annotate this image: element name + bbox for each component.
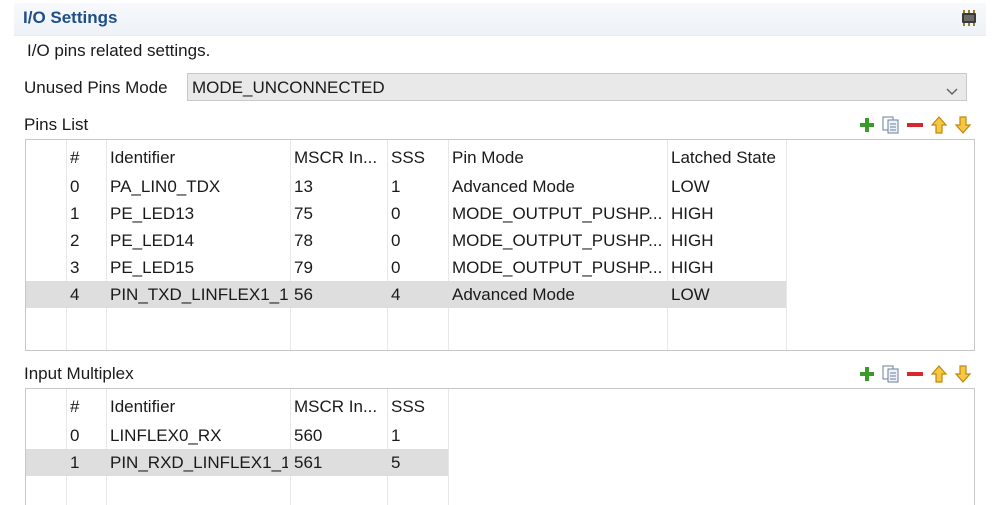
cell-mscr: 13 <box>294 177 313 196</box>
column-header-latched-state[interactable]: Latched State <box>671 144 785 171</box>
cell-identifier: PE_LED13 <box>110 204 195 223</box>
table-row[interactable]: 2 PE_LED14 78 0 MODE_OUTPUT_PUSHP... HIG… <box>26 227 786 254</box>
move-down-icon[interactable] <box>953 364 973 384</box>
column-header-sss[interactable]: SSS <box>391 144 447 171</box>
pins-list-toolbar <box>857 115 973 137</box>
add-icon[interactable] <box>857 364 877 384</box>
cell-identifier: LINFLEX0_RX <box>110 426 222 445</box>
cell-latched-state: HIGH <box>671 204 714 223</box>
unused-pins-mode-label: Unused Pins Mode <box>24 78 168 97</box>
cell-identifier: PA_LIN0_TDX <box>110 177 221 196</box>
cell-pin-mode: Advanced Mode <box>452 285 575 304</box>
section-description: I/O pins related settings. <box>27 41 211 60</box>
cell-mscr: 560 <box>294 426 323 445</box>
remove-icon[interactable] <box>905 115 925 135</box>
cell-number: 4 <box>70 285 80 304</box>
cell-latched-state: LOW <box>671 177 710 196</box>
cell-mscr: 56 <box>294 285 313 304</box>
cell-mscr: 561 <box>294 453 323 472</box>
cell-number: 1 <box>70 204 80 223</box>
cell-latched-state: LOW <box>671 285 710 304</box>
table-row[interactable]: 3 PE_LED15 79 0 MODE_OUTPUT_PUSHP... HIG… <box>26 254 786 281</box>
column-header-pin-mode[interactable]: Pin Mode <box>452 144 665 171</box>
table-row[interactable]: 1 PE_LED13 75 0 MODE_OUTPUT_PUSHP... HIG… <box>26 200 786 227</box>
cell-sss: 0 <box>391 231 401 250</box>
copy-icon[interactable] <box>881 115 901 135</box>
cell-number: 0 <box>70 426 80 445</box>
table-row[interactable]: 0 PA_LIN0_TDX 13 1 Advanced Mode LOW <box>26 173 786 200</box>
add-icon[interactable] <box>857 115 877 135</box>
column-header-mscr[interactable]: MSCR In... <box>294 144 386 171</box>
cell-sss: 0 <box>391 204 401 223</box>
move-up-icon[interactable] <box>929 364 949 384</box>
table-row[interactable]: 0 LINFLEX0_RX 560 1 <box>26 422 448 449</box>
cell-sss: 4 <box>391 285 401 304</box>
column-header-number[interactable]: # <box>70 393 104 420</box>
cell-sss: 1 <box>391 177 401 196</box>
chevron-down-icon <box>946 83 958 96</box>
cell-latched-state: HIGH <box>671 258 714 277</box>
cell-number: 3 <box>70 258 80 277</box>
pins-list-label: Pins List <box>24 115 89 134</box>
cell-number: 1 <box>70 453 80 472</box>
input-multiplex-table[interactable]: # Identifier MSCR In... SSS 0 LINFLEX0_R… <box>25 388 975 505</box>
unused-pins-mode-value: MODE_UNCONNECTED <box>192 78 385 97</box>
table-header-row: # Identifier MSCR In... SSS <box>26 393 448 420</box>
cell-pin-mode: MODE_OUTPUT_PUSHP... <box>452 231 663 250</box>
cell-identifier: PIN_RXD_LINFLEX1_1 <box>110 453 288 472</box>
section-title: I/O Settings <box>23 8 118 27</box>
column-header-identifier[interactable]: Identifier <box>110 144 288 171</box>
input-multiplex-toolbar <box>857 364 973 386</box>
cell-identifier: PE_LED15 <box>110 258 195 277</box>
chip-icon[interactable] <box>958 7 980 29</box>
column-header-mscr[interactable]: MSCR In... <box>294 393 386 420</box>
column-header-identifier[interactable]: Identifier <box>110 393 288 420</box>
cell-identifier: PE_LED14 <box>110 231 195 250</box>
cell-identifier: PIN_TXD_LINFLEX1_1 <box>110 285 288 304</box>
pins-list-table[interactable]: # Identifier MSCR In... SSS Pin Mode Lat… <box>25 139 975 351</box>
table-row-selected[interactable]: 1 PIN_RXD_LINFLEX1_1 561 5 <box>26 449 448 476</box>
copy-icon[interactable] <box>881 364 901 384</box>
cell-sss: 0 <box>391 258 401 277</box>
cell-pin-mode: MODE_OUTPUT_PUSHP... <box>452 258 663 277</box>
cell-latched-state: HIGH <box>671 231 714 250</box>
move-up-icon[interactable] <box>929 115 949 135</box>
cell-number: 0 <box>70 177 80 196</box>
cell-pin-mode: Advanced Mode <box>452 177 575 196</box>
table-row-selected[interactable]: 4 PIN_TXD_LINFLEX1_1 56 4 Advanced Mode … <box>26 281 786 308</box>
input-multiplex-label: Input Multiplex <box>24 364 134 383</box>
section-header: I/O Settings <box>14 3 986 36</box>
column-header-sss[interactable]: SSS <box>391 393 447 420</box>
remove-icon[interactable] <box>905 364 925 384</box>
cell-sss: 5 <box>391 453 401 472</box>
cell-number: 2 <box>70 231 80 250</box>
cell-sss: 1 <box>391 426 401 445</box>
cell-mscr: 75 <box>294 204 313 223</box>
table-header-row: # Identifier MSCR In... SSS Pin Mode Lat… <box>26 144 786 171</box>
cell-pin-mode: MODE_OUTPUT_PUSHP... <box>452 204 663 223</box>
move-down-icon[interactable] <box>953 115 973 135</box>
cell-mscr: 79 <box>294 258 313 277</box>
cell-mscr: 78 <box>294 231 313 250</box>
unused-pins-mode-dropdown[interactable]: MODE_UNCONNECTED <box>187 73 967 101</box>
column-header-number[interactable]: # <box>70 144 104 171</box>
